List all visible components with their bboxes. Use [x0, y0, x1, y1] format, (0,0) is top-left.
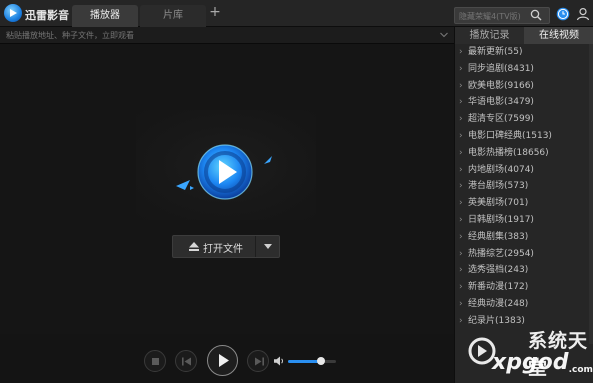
chevron-right-icon: ›	[459, 80, 463, 91]
category-item[interactable]: › 新番动漫(172)	[455, 279, 593, 296]
category-label: 英美剧场(701)	[468, 198, 529, 209]
previous-icon	[182, 357, 191, 366]
tab-player[interactable]: 播放器	[72, 5, 138, 27]
decor-shard-tiny	[190, 186, 194, 190]
search-icon[interactable]	[530, 9, 542, 21]
chevron-right-icon: ›	[459, 114, 463, 125]
play-icon	[219, 354, 229, 367]
category-item[interactable]: › 港台剧场(573)	[455, 178, 593, 195]
player-logo-icon	[197, 144, 253, 200]
open-file-button-group: 打开文件	[172, 235, 280, 258]
chevron-right-icon: ›	[459, 298, 463, 309]
volume-icon[interactable]	[274, 356, 285, 366]
chevron-right-icon: ›	[459, 198, 463, 209]
url-input[interactable]	[6, 29, 426, 41]
app-logo-icon[interactable]	[4, 4, 22, 22]
category-label: 选秀强档(243)	[468, 265, 529, 276]
category-item[interactable]: › 经典动漫(248)	[455, 296, 593, 313]
category-item[interactable]: › 最新更新(55)	[455, 44, 593, 61]
url-bar	[0, 27, 454, 44]
category-label: 电影热播榜(18656)	[468, 147, 549, 158]
category-label: 最新更新(55)	[468, 47, 523, 57]
category-item[interactable]: › 热播综艺(2954)	[455, 246, 593, 263]
watermark-brand: xpgod.com	[492, 350, 593, 375]
chevron-right-icon: ›	[459, 315, 463, 326]
category-label: 日韩剧场(1917)	[468, 214, 534, 225]
category-item[interactable]: › 内地剧场(4074)	[455, 162, 593, 179]
open-file-dropdown-button[interactable]	[255, 236, 279, 257]
stop-button[interactable]	[144, 350, 166, 372]
category-item[interactable]: › 超清专区(7599)	[455, 111, 593, 128]
chevron-right-icon: ›	[459, 147, 463, 158]
category-item[interactable]: › 电影口碑经典(1513)	[455, 128, 593, 145]
chevron-right-icon: ›	[459, 63, 463, 74]
next-button[interactable]	[247, 350, 269, 372]
category-item[interactable]: › 英美剧场(701)	[455, 195, 593, 212]
category-label: 同步追剧(8431)	[468, 63, 534, 74]
chevron-right-icon: ›	[459, 248, 463, 259]
chevron-right-icon: ›	[459, 214, 463, 225]
user-icon[interactable]	[576, 7, 590, 21]
search-input[interactable]	[459, 10, 529, 22]
category-label: 经典剧集(383)	[468, 231, 529, 242]
category-item[interactable]: › 日韩剧场(1917)	[455, 212, 593, 229]
chevron-right-icon: ›	[459, 130, 463, 141]
decor-shard-left	[176, 180, 190, 190]
category-label: 欧美电影(9166)	[468, 80, 534, 91]
category-item[interactable]: › 同步追剧(8431)	[455, 61, 593, 78]
category-item[interactable]: › 华语电影(3479)	[455, 94, 593, 111]
add-tab-button[interactable]: +	[207, 5, 223, 21]
category-label: 内地剧场(4074)	[468, 164, 534, 175]
open-file-label: 打开文件	[203, 244, 243, 255]
eject-icon	[189, 242, 199, 251]
category-item[interactable]: › 选秀强档(243)	[455, 262, 593, 279]
chevron-right-icon: ›	[459, 47, 463, 57]
tab-online-video[interactable]: 在线视频	[524, 27, 593, 44]
volume-slider[interactable]	[288, 357, 336, 365]
category-label: 超清专区(7599)	[468, 114, 534, 125]
volume-thumb[interactable]	[316, 357, 325, 365]
chevron-right-icon: ›	[459, 282, 463, 293]
chevron-right-icon: ›	[459, 231, 463, 242]
tab-play-history[interactable]: 播放记录	[455, 27, 524, 44]
decor-shard-right	[264, 156, 272, 164]
watermark-brand-name: xpgod	[492, 350, 569, 375]
clock-icon[interactable]	[556, 7, 570, 21]
panel-scrollbar[interactable]	[589, 44, 593, 344]
category-label: 华语电影(3479)	[468, 97, 534, 108]
chevron-right-icon: ›	[459, 97, 463, 108]
stop-icon	[152, 358, 159, 365]
tab-library[interactable]: 片库	[140, 5, 206, 27]
open-file-button[interactable]: 打开文件	[173, 236, 255, 257]
category-label: 港台剧场(573)	[468, 181, 529, 192]
app-menu-chevron-icon[interactable]	[62, 10, 68, 14]
chevron-right-icon: ›	[459, 265, 463, 276]
volume-fill	[288, 360, 321, 363]
chevron-right-icon: ›	[459, 181, 463, 192]
category-label: 新番动漫(172)	[468, 282, 529, 293]
playback-controls	[0, 334, 454, 383]
chevron-right-icon: ›	[459, 164, 463, 175]
category-item[interactable]: › 欧美电影(9166)	[455, 78, 593, 95]
category-label: 经典动漫(248)	[468, 298, 529, 309]
watermark-brand-suffix: .com	[568, 365, 593, 375]
chevron-down-icon	[264, 244, 272, 249]
category-item[interactable]: › 经典剧集(383)	[455, 229, 593, 246]
category-label: 电影口碑经典(1513)	[468, 130, 552, 141]
play-button[interactable]	[207, 345, 238, 376]
next-icon	[255, 357, 264, 366]
category-list: › 最新更新(55) › 同步追剧(8431) › 欧美电影(9166) › 华语电影(347…	[455, 44, 593, 330]
category-label: 热播综艺(2954)	[468, 248, 534, 259]
category-item[interactable]: › 电影热播榜(18656)	[455, 145, 593, 162]
title-bar: 迅雷影音 播放器 片库 +	[0, 0, 593, 27]
url-history-chevron-icon[interactable]	[440, 32, 448, 38]
previous-button[interactable]	[175, 350, 197, 372]
